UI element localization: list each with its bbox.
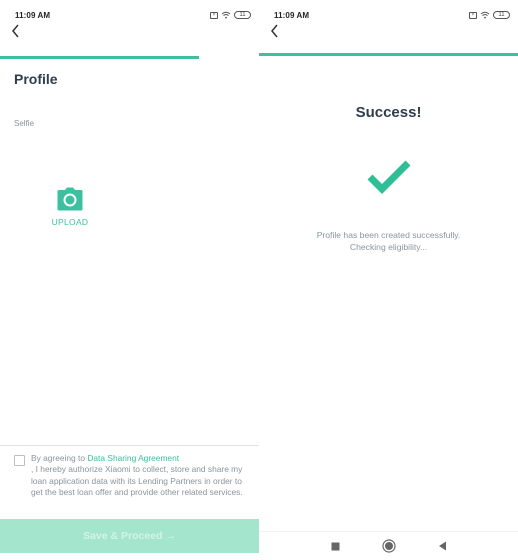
chevron-left-icon bbox=[12, 24, 19, 38]
profile-screen: 11:09 AM × 11 Profile Selfie UPLOAD By a… bbox=[0, 0, 259, 560]
page-title: Profile bbox=[14, 71, 58, 87]
success-screen: 11:09 AM × 11 Success! Profile has been … bbox=[259, 0, 518, 560]
recent-apps-button[interactable] bbox=[328, 539, 342, 553]
consent-section: By agreeing to Data Sharing Agreement , … bbox=[14, 453, 254, 498]
upload-label: UPLOAD bbox=[51, 217, 89, 227]
status-icons: × 11 bbox=[469, 11, 510, 19]
battery-icon: 11 bbox=[493, 11, 510, 19]
progress-fill bbox=[259, 53, 518, 56]
data-sharing-agreement-link[interactable]: Data Sharing Agreement bbox=[87, 453, 179, 463]
consent-checkbox[interactable] bbox=[14, 455, 25, 466]
nav-back-button[interactable] bbox=[435, 539, 449, 553]
success-message-line2: Checking eligibility... bbox=[349, 241, 428, 252]
checkmark-icon bbox=[367, 160, 411, 194]
upload-selfie-button[interactable]: UPLOAD bbox=[48, 187, 92, 227]
consent-text: By agreeing to Data Sharing Agreement , … bbox=[31, 453, 254, 498]
back-button[interactable] bbox=[10, 23, 22, 39]
progress-bar bbox=[0, 56, 259, 59]
square-icon bbox=[331, 542, 339, 550]
camera-icon bbox=[57, 187, 83, 211]
progress-fill bbox=[0, 56, 200, 59]
status-bar: 11:09 AM × 11 bbox=[274, 9, 510, 21]
save-and-proceed-button[interactable]: Save & Proceed → bbox=[0, 519, 259, 553]
success-message: Profile has been created successfully. C… bbox=[259, 230, 518, 253]
consent-body: , I hereby authorize Xiaomi to collect, … bbox=[31, 464, 243, 497]
nav-divider bbox=[259, 531, 518, 532]
system-nav-bar bbox=[259, 535, 518, 557]
back-button[interactable] bbox=[269, 23, 281, 39]
battery-icon: 11 bbox=[234, 11, 251, 19]
status-time: 11:09 AM bbox=[15, 10, 51, 20]
progress-bar bbox=[259, 53, 518, 56]
wifi-icon bbox=[480, 11, 490, 19]
triangle-back-icon bbox=[438, 541, 446, 551]
status-icons: × 11 bbox=[210, 11, 251, 19]
chevron-left-icon bbox=[271, 24, 278, 38]
sim-card-icon: × bbox=[469, 11, 477, 19]
divider bbox=[0, 445, 259, 446]
circle-icon bbox=[382, 539, 396, 553]
success-message-line1: Profile has been created successfully. bbox=[316, 230, 461, 240]
status-bar: 11:09 AM × 11 bbox=[15, 9, 251, 21]
success-title: Success! bbox=[355, 104, 422, 121]
selfie-label: Selfie bbox=[14, 119, 35, 128]
wifi-icon bbox=[221, 11, 231, 19]
sim-card-icon: × bbox=[210, 11, 218, 19]
status-time: 11:09 AM bbox=[274, 10, 310, 20]
home-button[interactable] bbox=[382, 539, 396, 553]
consent-prefix: By agreeing to bbox=[31, 453, 88, 463]
